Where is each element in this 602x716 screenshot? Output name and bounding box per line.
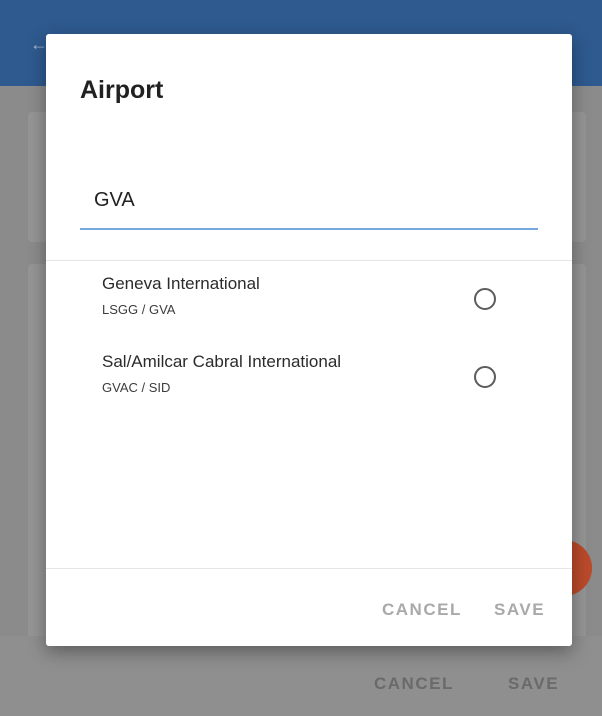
cancel-button[interactable]: CANCEL [382,600,462,620]
airport-search-input[interactable] [80,154,538,228]
back-arrow-icon: ← [30,34,48,54]
dialog-title: Airport [80,76,164,104]
list-item[interactable]: Geneva International LSGG / GVA [46,270,572,340]
divider [46,568,572,569]
radio-button[interactable] [474,366,496,388]
airport-dialog: Airport Geneva International LSGG / GVA … [46,34,572,646]
list-item[interactable]: Sal/Amilcar Cabral International GVAC / … [46,348,572,418]
save-button[interactable]: SAVE [494,600,545,620]
background-save-button: SAVE [508,674,560,693]
screen: ← CANCEL SAVE Airport Geneva Internation… [0,0,602,716]
radio-button[interactable] [474,288,496,310]
airport-code: GVAC / SID [102,380,171,395]
airport-name: Geneva International [102,274,260,293]
background-cancel-button: CANCEL [374,674,454,693]
search-underline [80,228,538,230]
airport-code: LSGG / GVA [102,302,176,317]
search-field [80,154,538,234]
divider [46,260,572,261]
airport-name: Sal/Amilcar Cabral International [102,352,342,371]
